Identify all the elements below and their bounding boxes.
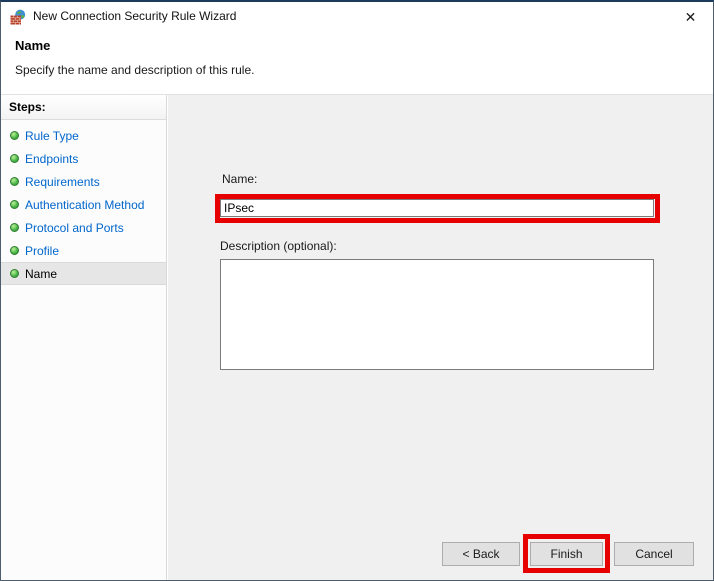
step-label: Protocol and Ports	[25, 221, 124, 235]
sidebar-item-profile[interactable]: Profile	[1, 239, 166, 262]
green-dot-icon	[10, 223, 19, 232]
page-subtitle: Specify the name and description of this…	[15, 63, 254, 77]
step-label: Authentication Method	[25, 198, 144, 212]
rule-name-input[interactable]	[220, 199, 654, 217]
wizard-content-panel: Name: Description (optional): < Back Fin…	[168, 95, 713, 580]
steps-heading: Steps:	[1, 95, 166, 120]
close-button[interactable]: ✕	[668, 2, 713, 32]
back-button[interactable]: < Back	[442, 542, 520, 566]
cancel-button[interactable]: Cancel	[614, 542, 694, 566]
step-label: Name	[25, 267, 57, 281]
close-icon: ✕	[685, 9, 697, 26]
page-title: Name	[15, 38, 50, 53]
green-dot-icon	[10, 131, 19, 140]
green-dot-icon	[10, 269, 19, 278]
green-dot-icon	[10, 246, 19, 255]
sidebar-item-endpoints[interactable]: Endpoints	[1, 147, 166, 170]
description-field-label: Description (optional):	[220, 239, 337, 253]
sidebar-item-name-current[interactable]: Name	[1, 262, 166, 285]
wizard-window: New Connection Security Rule Wizard ✕ Na…	[0, 0, 714, 581]
name-field-label: Name:	[222, 172, 257, 186]
rule-description-textarea[interactable]	[220, 259, 654, 370]
green-dot-icon	[10, 154, 19, 163]
step-label: Endpoints	[25, 152, 78, 166]
step-label: Requirements	[25, 175, 100, 189]
steps-list: Rule Type Endpoints Requirements Authent…	[1, 124, 166, 285]
sidebar-item-authentication-method[interactable]: Authentication Method	[1, 193, 166, 216]
finish-button[interactable]: Finish	[530, 542, 603, 566]
wizard-page-header: Name Specify the name and description of…	[1, 32, 713, 94]
step-label: Rule Type	[25, 129, 79, 143]
green-dot-icon	[10, 177, 19, 186]
titlebar: New Connection Security Rule Wizard ✕	[1, 2, 713, 32]
green-dot-icon	[10, 200, 19, 209]
sidebar-item-protocol-and-ports[interactable]: Protocol and Ports	[1, 216, 166, 239]
steps-sidebar: Steps: Rule Type Endpoints Requirements …	[1, 95, 167, 580]
step-label: Profile	[25, 244, 59, 258]
window-title: New Connection Security Rule Wizard	[33, 2, 236, 31]
sidebar-item-requirements[interactable]: Requirements	[1, 170, 166, 193]
firewall-globe-icon	[10, 9, 26, 25]
sidebar-item-rule-type[interactable]: Rule Type	[1, 124, 166, 147]
